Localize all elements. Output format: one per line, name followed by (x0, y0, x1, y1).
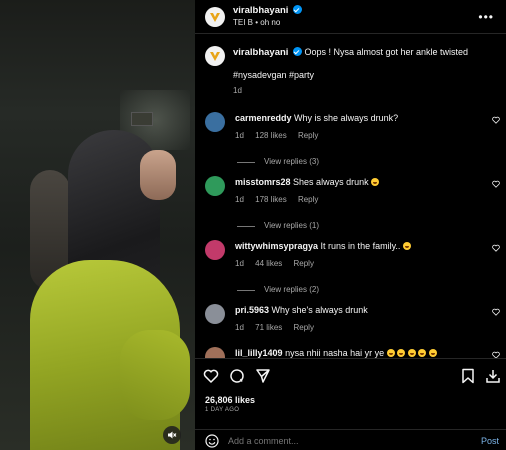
view-replies-button[interactable]: View replies (1) (237, 220, 480, 232)
post-time: 1 DAY AGO (205, 407, 240, 413)
comment-time: 1d (235, 323, 244, 332)
caption-avatar[interactable] (205, 46, 225, 66)
add-comment-bar: Post (195, 429, 506, 450)
post-actions: 26,806 likes 1 DAY AGO Post (195, 358, 506, 450)
avatar[interactable] (205, 176, 225, 196)
laughing-emoji-icon (386, 349, 395, 357)
heart-icon[interactable] (203, 368, 219, 384)
download-icon[interactable] (485, 368, 501, 384)
comment-likes[interactable]: 178 likes (255, 195, 287, 204)
comment-icon[interactable] (229, 368, 245, 384)
caption-username[interactable]: viralbhayani (233, 47, 288, 58)
laughing-emoji-icon (418, 349, 427, 357)
comment-item: carmenreddy Why is she always drunk? 1d … (205, 112, 500, 168)
comment-username[interactable]: misstomrs28 (235, 177, 291, 187)
comment-username[interactable]: lil_lilly1409 (235, 348, 283, 358)
emoji-icon[interactable] (205, 433, 219, 448)
comment-likes[interactable]: 71 likes (255, 323, 282, 332)
likes-count[interactable]: 26,806 likes (205, 395, 255, 405)
comment-item: lil_lilly1409 nysa nhii nasha hai yr ye (205, 347, 500, 358)
share-icon[interactable] (255, 368, 271, 384)
comment-text: Why is she always drunk? (294, 113, 399, 123)
view-replies-button[interactable]: View replies (2) (237, 284, 480, 296)
laughing-emoji-icon (407, 349, 416, 357)
comment-text: nysa nhii nasha hai yr ye (285, 348, 385, 358)
comment-time: 1d (235, 259, 244, 268)
author-username[interactable]: viralbhayani (233, 5, 288, 16)
view-replies-button[interactable]: View replies (3) (237, 156, 480, 168)
post-caption: viralbhayani Oops ! Nysa almost got her … (195, 40, 506, 97)
comment-item: misstomrs28 Shes always drunk 1d 178 lik… (205, 176, 500, 232)
avatar[interactable] (205, 240, 225, 260)
heart-icon[interactable] (492, 244, 500, 252)
brand-logo-icon (210, 12, 220, 22)
reply-button[interactable]: Reply (298, 131, 318, 140)
heart-icon[interactable] (492, 351, 500, 358)
comment-username[interactable]: pri.5963 (235, 305, 269, 315)
comment-likes[interactable]: 128 likes (255, 131, 287, 140)
avatar[interactable] (205, 347, 225, 358)
view-replies-label: View replies (2) (264, 285, 319, 294)
heart-icon[interactable] (492, 180, 500, 188)
avatar[interactable] (205, 304, 225, 324)
comment-text: It runs in the family.. (320, 241, 401, 251)
comment-username[interactable]: carmenreddy (235, 113, 292, 123)
reply-button[interactable]: Reply (298, 195, 318, 204)
subject-face (140, 150, 176, 200)
mute-button[interactable] (163, 426, 181, 444)
subject-arm (120, 330, 190, 420)
verified-icon (292, 47, 302, 56)
brand-logo-icon (210, 52, 220, 61)
comment-username[interactable]: wittywhimsypragya (235, 241, 318, 251)
author-avatar[interactable] (205, 6, 225, 27)
divider (237, 225, 255, 227)
laughing-emoji-icon (371, 178, 380, 186)
verified-icon (292, 5, 302, 14)
divider (237, 289, 255, 291)
comment-likes[interactable]: 44 likes (255, 259, 282, 268)
post-video[interactable] (0, 0, 195, 450)
reply-button[interactable]: Reply (294, 259, 314, 268)
mute-icon (168, 431, 177, 439)
post-header: viralbhayani TEI B • oh no ••• (195, 0, 506, 34)
comment-text: Shes always drunk (293, 177, 369, 187)
reply-button[interactable]: Reply (294, 323, 314, 332)
comment-input[interactable] (228, 435, 458, 446)
post-button[interactable]: Post (481, 436, 499, 446)
caption-hashtags[interactable]: #nysadevgan #party (233, 69, 493, 81)
background-sign (131, 112, 153, 126)
avatar[interactable] (205, 112, 225, 132)
caption-text: Oops ! Nysa almost got her ankle twisted (304, 47, 469, 57)
divider (237, 161, 255, 163)
bookmark-icon[interactable] (461, 368, 475, 384)
comment-text: Why she's always drunk (271, 305, 368, 315)
more-icon[interactable]: ••• (478, 10, 494, 24)
post-panel: viralbhayani TEI B • oh no ••• viralbhay… (195, 0, 506, 450)
heart-icon[interactable] (492, 308, 500, 316)
comment-item: pri.5963 Why she's always drunk 1d 71 li… (205, 304, 500, 334)
laughing-emoji-icon (397, 349, 406, 357)
heart-icon[interactable] (492, 116, 500, 124)
laughing-emoji-icon (428, 349, 437, 357)
caption-time: 1d (233, 86, 242, 95)
comment-time: 1d (235, 131, 244, 140)
view-replies-label: View replies (1) (264, 221, 319, 230)
laughing-emoji-icon (402, 242, 411, 250)
comment-time: 1d (235, 195, 244, 204)
comments-list: viralbhayani Oops ! Nysa almost got her … (195, 40, 506, 358)
comment-item: wittywhimsypragya It runs in the family.… (205, 240, 500, 296)
audio-label[interactable]: TEI B • oh no (233, 17, 302, 29)
view-replies-label: View replies (3) (264, 157, 319, 166)
